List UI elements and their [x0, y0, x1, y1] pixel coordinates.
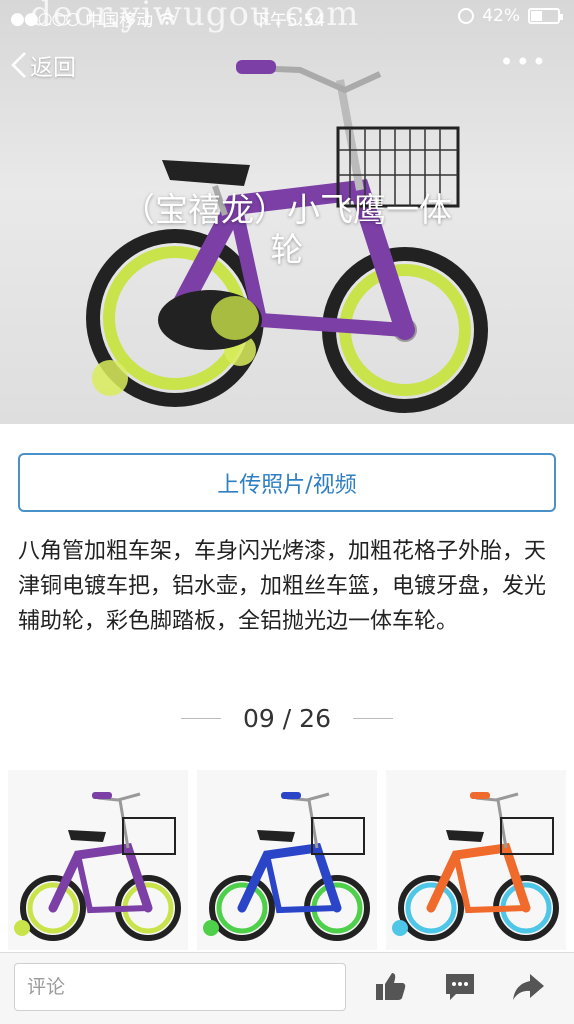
product-title: （宝禧龙）小飞鹰一体轮 — [122, 190, 452, 269]
carrier-name: 中国移动 — [85, 11, 154, 31]
thumbnail-orange-bike[interactable] — [386, 770, 566, 950]
back-button[interactable]: 返回 — [10, 48, 76, 82]
pager-divider-right — [352, 718, 393, 719]
battery-level — [531, 11, 542, 21]
navigation-bar: 返回 ••• — [0, 40, 574, 90]
pager-current: 09 — [243, 704, 275, 733]
pager-total: 26 — [299, 704, 331, 733]
handle-grip — [281, 792, 301, 799]
wifi-icon — [159, 12, 175, 25]
handle-grip — [92, 792, 112, 799]
status-left: ●●○○○ 中国移动 — [10, 6, 175, 31]
thumbnail-blue-bike[interactable] — [197, 770, 377, 950]
signal-icon: ●●○○○ — [10, 8, 80, 29]
more-options-button[interactable]: ••• — [500, 48, 548, 76]
battery-icon — [528, 8, 563, 24]
product-description: 八角管加粗车架，车身闪光烤漆，加粗花格子外胎，天津铜电镀车把，铝水壶，加粗丝车篮… — [18, 539, 547, 634]
training-wheel — [392, 920, 408, 936]
handle-grip — [470, 792, 490, 799]
battery-percent: 42% — [482, 6, 520, 26]
training-wheel — [203, 920, 219, 936]
bike-thumbnails — [0, 770, 574, 950]
upload-photo-video-button[interactable]: 上传照片/视频 — [18, 453, 556, 512]
thumbnail-purple-bike[interactable] — [8, 770, 188, 950]
status-right: 42% — [458, 6, 563, 26]
pager-divider-left — [181, 718, 222, 719]
thumbs-up-icon[interactable] — [372, 969, 408, 1005]
training-wheel — [14, 920, 30, 936]
rotation-lock-icon — [458, 8, 475, 24]
comment-input[interactable] — [14, 963, 346, 1011]
status-time: 下午5:54 — [253, 11, 326, 31]
pager-separator: / — [282, 704, 292, 733]
share-icon[interactable] — [510, 969, 546, 1005]
status-bar: ●●○○○ 中国移动 下午5:54 42% — [0, 0, 574, 34]
bottom-action-bar — [0, 952, 574, 1024]
chevron-left-icon — [11, 52, 26, 78]
comment-icon[interactable] — [442, 969, 478, 1005]
back-label: 返回 — [30, 55, 76, 81]
image-pager: 09 / 26 — [0, 704, 574, 733]
pager-text: 09 / 26 — [243, 704, 331, 733]
product-hero-image: deor.yiwugou.com ●●○○○ 中国移动 下午5:54 42% 返… — [0, 0, 574, 424]
